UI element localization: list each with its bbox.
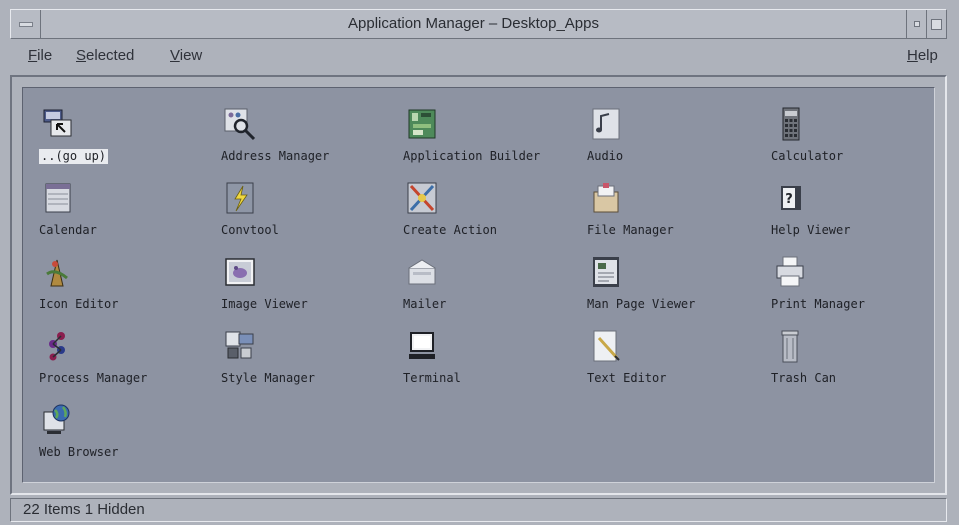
app-calculator[interactable]: Calculator — [771, 106, 941, 170]
app-label: Web Browser — [39, 445, 119, 459]
convtool-icon — [226, 182, 254, 214]
app-label: ..(go up) — [39, 149, 109, 164]
web-browser-icon — [43, 404, 70, 434]
app-label: Create Action — [403, 223, 497, 237]
app-label: Application Builder — [403, 149, 541, 163]
app-label: Calendar — [39, 223, 97, 237]
image-viewer-icon — [225, 258, 255, 286]
app-label: File Manager — [587, 223, 674, 237]
app-icon-editor[interactable]: Icon Editor — [39, 254, 209, 318]
man-page-viewer-icon — [593, 257, 619, 287]
app-label: Audio — [587, 149, 624, 163]
icon-editor-icon — [46, 259, 68, 287]
app-label: Convtool — [221, 223, 279, 237]
app-label: Trash Can — [771, 371, 837, 385]
text-editor-icon — [593, 330, 620, 362]
app-text-editor[interactable]: Text Editor — [587, 328, 757, 392]
app-label: Man Page Viewer — [587, 297, 696, 311]
app-style-manager[interactable]: Style Manager — [221, 328, 391, 392]
app-address-manager[interactable]: Address Manager — [221, 106, 391, 170]
application-manager-window: Application Manager – Desktop_Apps File … — [0, 0, 959, 525]
window-menu-button[interactable] — [11, 10, 41, 38]
address-manager-icon — [224, 108, 256, 141]
maximize-icon — [931, 18, 942, 30]
icon-view-pane[interactable]: ..(go up) Address Manager Application Bu… — [22, 87, 935, 483]
app-label: Process Manager — [39, 371, 148, 385]
window-menu-icon — [18, 21, 33, 27]
print-manager-icon — [776, 256, 804, 287]
menu-selected-label: elected — [86, 47, 135, 64]
app-print-manager[interactable]: Print Manager — [771, 254, 941, 318]
app-trash-can[interactable]: Trash Can — [771, 328, 941, 392]
app-label: Mailer — [403, 297, 447, 311]
terminal-icon — [409, 332, 435, 359]
app-process-manager[interactable]: Process Manager — [39, 328, 209, 392]
menu-file-label: ile — [37, 47, 53, 64]
app-go-up[interactable]: ..(go up) — [39, 106, 209, 170]
app-image-viewer[interactable]: Image Viewer — [221, 254, 391, 318]
app-label: Icon Editor — [39, 297, 119, 311]
maximize-button[interactable] — [926, 10, 946, 38]
create-action-icon — [407, 182, 437, 214]
process-manager-icon — [49, 332, 65, 361]
app-label: Text Editor — [587, 371, 667, 385]
menu-bar: File Selected View Help — [10, 39, 947, 73]
app-help-viewer[interactable]: ? Help Viewer — [771, 180, 941, 244]
menu-help-mnemonic: H — [907, 47, 918, 64]
app-audio[interactable]: Audio — [587, 106, 757, 170]
content-frame: ..(go up) Address Manager Application Bu… — [10, 75, 947, 495]
application-builder-icon — [408, 109, 436, 139]
go-up-icon — [43, 109, 72, 137]
app-application-builder[interactable]: Application Builder — [403, 106, 573, 170]
status-bar: 22 Items 1 Hidden — [10, 498, 947, 522]
menu-help-label: elp — [917, 47, 938, 64]
help-viewer-icon: ? — [781, 186, 801, 210]
menu-selected[interactable]: Selected — [76, 46, 134, 66]
app-web-browser[interactable]: Web Browser — [39, 402, 209, 466]
trash-can-icon — [781, 330, 799, 363]
menu-file[interactable]: File — [28, 46, 52, 66]
mailer-icon — [408, 259, 436, 285]
menu-file-mnemonic: F — [28, 47, 38, 64]
calculator-icon — [782, 107, 800, 141]
app-label: Style Manager — [221, 371, 315, 385]
minimize-icon — [913, 21, 920, 27]
app-label: Image Viewer — [221, 297, 308, 311]
app-label: Terminal — [403, 371, 461, 385]
menu-view[interactable]: View — [170, 46, 202, 66]
menu-help[interactable]: Help — [907, 46, 938, 66]
app-label: Calculator — [771, 149, 844, 163]
window-title: Application Manager – Desktop_Apps — [348, 15, 599, 32]
app-file-manager[interactable]: File Manager — [587, 180, 757, 244]
app-label: Address Manager — [221, 149, 330, 163]
app-label: Help Viewer — [771, 223, 851, 237]
app-man-page-viewer[interactable]: Man Page Viewer — [587, 254, 757, 318]
app-convtool[interactable]: Convtool — [221, 180, 391, 244]
minimize-button[interactable] — [906, 10, 926, 38]
file-manager-icon — [593, 183, 619, 213]
svg-text:?: ? — [785, 192, 793, 207]
app-terminal[interactable]: Terminal — [403, 328, 573, 392]
audio-icon — [592, 108, 620, 140]
app-label: Print Manager — [771, 297, 865, 311]
title-bar[interactable]: Application Manager – Desktop_Apps — [10, 9, 947, 39]
menu-view-mnemonic: V — [170, 47, 180, 64]
app-create-action[interactable]: Create Action — [403, 180, 573, 244]
app-mailer[interactable]: Mailer — [403, 254, 573, 318]
style-manager-icon — [225, 331, 254, 359]
menu-view-label: iew — [179, 47, 203, 64]
status-text: 22 Items 1 Hidden — [23, 501, 145, 518]
app-calendar[interactable]: Calendar — [39, 180, 209, 244]
calendar-icon — [45, 183, 71, 213]
menu-selected-mnemonic: S — [76, 47, 87, 64]
